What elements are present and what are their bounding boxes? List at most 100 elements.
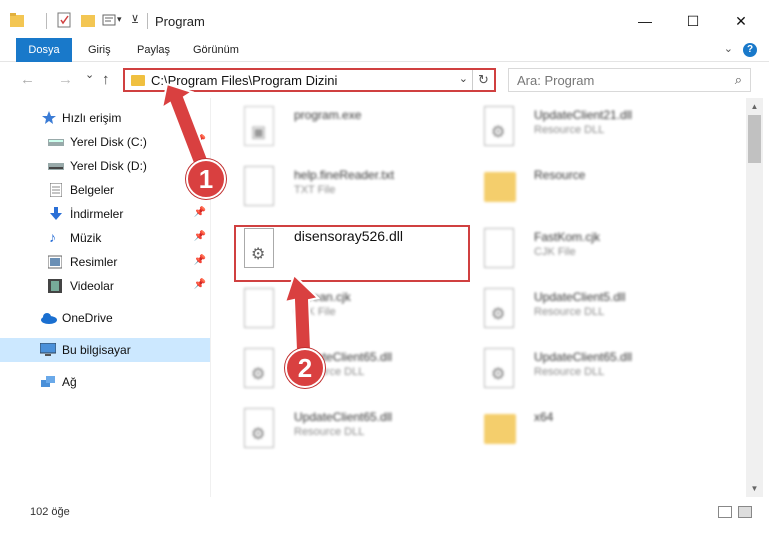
folder-item[interactable]: Resource bbox=[470, 158, 710, 214]
drive-icon bbox=[48, 135, 64, 149]
file-item[interactable]: ⚙ UpdateClient5.dll Resource DLL bbox=[470, 280, 710, 336]
help-icon[interactable]: ? bbox=[743, 43, 757, 57]
tab-share[interactable]: Paylaş bbox=[129, 38, 178, 62]
back-arrow-icon[interactable]: ← bbox=[20, 71, 35, 88]
dll-icon: ⚙ bbox=[244, 408, 276, 448]
pictures-icon bbox=[47, 255, 63, 269]
file-item[interactable]: ⚙ UpdateClient65.dll Resource DLL bbox=[230, 400, 470, 456]
drive-icon bbox=[48, 159, 64, 173]
sidebar-item-label: İndirmeler bbox=[70, 207, 124, 221]
sidebar-item-downloads[interactable]: İndirmeler 📌 bbox=[0, 202, 210, 226]
sidebar-item-local-disk-d[interactable]: Yerel Disk (D:) bbox=[0, 154, 210, 178]
search-box[interactable]: Ara: Program ⌕ bbox=[508, 68, 751, 92]
details-view-icon[interactable] bbox=[718, 506, 732, 518]
sidebar-item-videos[interactable]: Videolar 📌 bbox=[0, 274, 210, 298]
file-name: FastKom.cjk bbox=[534, 230, 601, 244]
highlight-box bbox=[234, 225, 470, 282]
folder-icon bbox=[484, 408, 516, 448]
sidebar-item-label: Müzik bbox=[70, 231, 102, 245]
folder-item[interactable]: x64 bbox=[470, 400, 710, 456]
scroll-thumb[interactable] bbox=[748, 115, 761, 163]
dll-icon: ⚙ bbox=[484, 348, 516, 388]
close-button[interactable]: ✕ bbox=[718, 6, 764, 36]
sidebar-item-local-disk-c[interactable]: Yerel Disk (C:) 📌 bbox=[0, 130, 210, 154]
file-item[interactable]: ▣ program.exe bbox=[230, 98, 470, 154]
file-item[interactable]: ⚙ UpdateClient65.dll Resource DLL bbox=[230, 340, 470, 396]
file-list: ▣ program.exe ⚙ UpdateClient21.dll Resou… bbox=[220, 98, 746, 497]
sidebar-item-label: Belgeler bbox=[70, 183, 115, 197]
sidebar-item-music[interactable]: ♪ Müzik 📌 bbox=[0, 226, 210, 250]
documents-icon bbox=[49, 182, 64, 198]
search-placeholder[interactable]: Ara: Program bbox=[517, 73, 594, 88]
video-icon bbox=[48, 279, 62, 293]
sidebar-item-label: Ağ bbox=[62, 375, 77, 389]
tab-file[interactable]: Dosya bbox=[16, 38, 72, 62]
file-item[interactable]: help.fineReader.txt TXT File bbox=[230, 158, 470, 214]
pane-divider[interactable] bbox=[210, 98, 211, 497]
sidebar-item-label: Yerel Disk (C:) bbox=[70, 135, 147, 149]
sidebar-item-quick-access[interactable]: Hızlı erişim bbox=[0, 106, 210, 130]
cloud-icon bbox=[40, 311, 57, 325]
step-badge-1: 1 bbox=[186, 159, 226, 199]
sidebar-item-onedrive[interactable]: OneDrive bbox=[0, 306, 210, 330]
exe-icon: ▣ bbox=[244, 106, 276, 146]
dll-icon: ⚙ bbox=[484, 106, 516, 146]
customize-chevron-icon[interactable]: ▾ bbox=[117, 14, 131, 30]
recent-locations-icon[interactable]: ⌄ bbox=[85, 68, 94, 81]
sidebar-item-this-pc[interactable]: Bu bilgisayar bbox=[0, 338, 210, 362]
network-icon bbox=[40, 375, 55, 389]
scroll-up-icon[interactable]: ▲ bbox=[746, 98, 763, 115]
vertical-scrollbar[interactable]: ▲ ▼ bbox=[746, 98, 763, 497]
sidebar-item-label: OneDrive bbox=[62, 311, 113, 325]
dll-icon: ⚙ bbox=[484, 288, 516, 328]
sidebar-item-documents[interactable]: Belgeler 📌 bbox=[0, 178, 210, 202]
file-item[interactable]: Korean.cjk CJK File bbox=[230, 280, 470, 336]
title-bar: ▾ ⊻ Program — ☐ ✕ bbox=[0, 0, 769, 40]
music-icon: ♪ bbox=[49, 229, 56, 245]
sidebar-item-label: Yerel Disk (D:) bbox=[70, 159, 147, 173]
minimize-button[interactable]: — bbox=[622, 6, 668, 36]
file-name: x64 bbox=[534, 410, 554, 424]
forward-arrow-icon[interactable]: → bbox=[58, 71, 73, 88]
chevron-down-icon[interactable]: ⌄ bbox=[724, 42, 733, 55]
pin-icon[interactable]: 📌 bbox=[194, 231, 206, 242]
sidebar-item-label: Hızlı erişim bbox=[62, 111, 122, 125]
pin-icon[interactable]: 📌 bbox=[194, 135, 206, 146]
address-bar[interactable]: C:\Program Files\Program Dizini ⌄ ↻ bbox=[123, 68, 496, 92]
item-count: 102 öğe bbox=[30, 506, 70, 518]
new-folder-icon[interactable] bbox=[81, 12, 95, 28]
tab-home[interactable]: Giriş bbox=[80, 38, 119, 62]
sidebar-item-network[interactable]: Ağ bbox=[0, 370, 210, 394]
step-badge-2: 2 bbox=[285, 348, 325, 388]
address-path[interactable]: C:\Program Files\Program Dizini bbox=[151, 73, 337, 88]
refresh-icon[interactable]: ↻ bbox=[472, 70, 494, 90]
file-item[interactable]: FastKom.cjk CJK File bbox=[470, 220, 710, 276]
file-desc: CJK File bbox=[534, 246, 576, 258]
up-arrow-icon[interactable]: ↑ bbox=[102, 71, 110, 88]
rename-icon[interactable] bbox=[102, 12, 116, 28]
large-icons-view-icon[interactable] bbox=[738, 506, 752, 518]
dropdown-icon[interactable]: ⊻ bbox=[131, 13, 145, 29]
file-item[interactable]: ⚙ UpdateClient21.dll Resource DLL bbox=[470, 98, 710, 154]
file-name: UpdateClient5.dll bbox=[534, 290, 626, 304]
search-icon[interactable]: ⌕ bbox=[735, 72, 742, 88]
file-item[interactable]: ⚙ UpdateClient65.dll Resource DLL bbox=[470, 340, 710, 396]
ribbon-tabs: Dosya Giriş Paylaş Görünüm ⌄ ? bbox=[0, 38, 769, 62]
properties-icon[interactable] bbox=[57, 12, 71, 28]
minimize-icon: — bbox=[638, 13, 652, 29]
navigation-pane: Hızlı erişim Yerel Disk (C:) 📌 Yerel Dis… bbox=[0, 98, 210, 497]
pin-icon[interactable]: 📌 bbox=[194, 279, 206, 290]
scroll-down-icon[interactable]: ▼ bbox=[746, 480, 763, 497]
status-bar: 102 öğe bbox=[0, 500, 769, 539]
file-name: UpdateClient65.dll bbox=[294, 410, 393, 424]
sidebar-item-pictures[interactable]: Resimler 📌 bbox=[0, 250, 210, 274]
chevron-down-icon[interactable]: ⌄ bbox=[459, 72, 468, 85]
file-name: UpdateClient21.dll bbox=[534, 108, 633, 122]
tab-view[interactable]: Görünüm bbox=[185, 38, 247, 62]
pin-icon[interactable]: 📌 bbox=[194, 255, 206, 266]
text-file-icon bbox=[484, 228, 516, 268]
pin-icon[interactable]: 📌 bbox=[194, 207, 206, 218]
folder-icon bbox=[484, 166, 516, 206]
maximize-button[interactable]: ☐ bbox=[670, 6, 716, 36]
file-name: help.fineReader.txt bbox=[294, 168, 395, 182]
